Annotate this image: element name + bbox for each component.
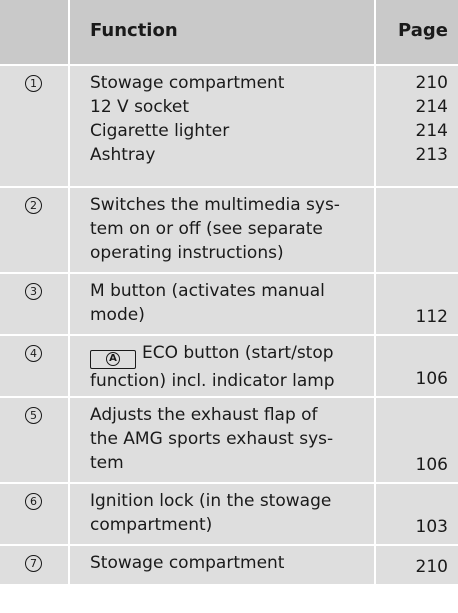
page-number: 214 (415, 97, 448, 117)
function-text: the AMG sports exhaust sys- (90, 429, 334, 449)
header-page: Page (376, 0, 458, 64)
function-text: Ashtray (90, 145, 156, 165)
table-row: 7 Stowage compartment 210 (0, 546, 458, 586)
item-number-7: 7 (25, 555, 42, 572)
page-number: 214 (415, 121, 448, 141)
function-text: tem on or off (see separate (90, 219, 323, 239)
table-row: 5 Adjusts the exhaust flap of the AMG sp… (0, 398, 458, 484)
table-row: 3 M button (activates manual mode) 112 (0, 274, 458, 336)
table-row: 4 A ECO button (start/stop function) incl… (0, 336, 458, 398)
item-number-1: 1 (25, 75, 42, 92)
page-number: 210 (415, 73, 448, 93)
table-header: Function Page (0, 0, 458, 66)
table-row: 2 Switches the multimedia sys- tem on or… (0, 188, 458, 274)
eco-key-icon: A (90, 349, 136, 369)
table-row: 6 Ignition lock (in the stowage compartm… (0, 484, 458, 546)
page-number: 103 (415, 517, 448, 537)
function-text: Ignition lock (in the stowage (90, 491, 332, 511)
function-text: M button (activates manual (90, 281, 325, 301)
function-text: tem (90, 453, 124, 473)
eco-key-label: A (106, 352, 120, 366)
function-table: Function Page 1 Stowage compartment 12 V… (0, 0, 458, 586)
function-text: compartment) (90, 515, 213, 535)
page-number: 210 (415, 557, 448, 577)
function-text: Cigarette lighter (90, 121, 230, 141)
function-text: Stowage compartment (90, 73, 285, 93)
page-number: 106 (415, 455, 448, 475)
function-text: ECO button (start/stop (142, 343, 334, 363)
page-number: 112 (415, 307, 448, 327)
function-text: function) incl. indicator lamp (90, 370, 335, 391)
header-function: Function (70, 0, 376, 64)
item-number-4: 4 (25, 345, 42, 362)
function-text: 12 V socket (90, 97, 190, 117)
item-number-6: 6 (25, 493, 42, 510)
table-row: 1 Stowage compartment 12 V socket Cigare… (0, 66, 458, 188)
item-number-5: 5 (25, 407, 42, 424)
page-number: 106 (415, 369, 448, 389)
item-number-2: 2 (25, 197, 42, 214)
function-text: Adjusts the exhaust flap of (90, 405, 318, 425)
header-number-cell (0, 0, 70, 64)
function-text: Switches the multimedia sys- (90, 195, 340, 215)
function-text: mode) (90, 305, 145, 325)
item-number-3: 3 (25, 283, 42, 300)
function-text: operating instructions) (90, 243, 284, 263)
page-number: 213 (415, 145, 448, 165)
function-text: Stowage compartment (90, 553, 285, 573)
